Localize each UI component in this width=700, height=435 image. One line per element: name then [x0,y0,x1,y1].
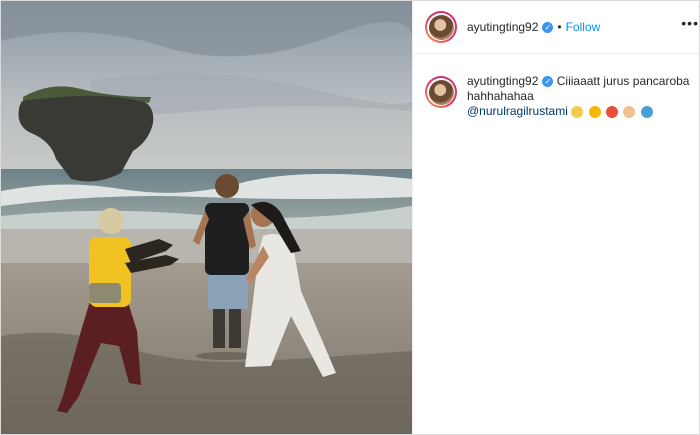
caption-verified-badge-icon: ✓ [542,76,554,88]
emoji-row [571,104,654,118]
post-photo[interactable] [1,1,412,434]
more-options-icon[interactable]: ••• [681,15,699,31]
beach-photo [1,1,412,434]
caption-avatar[interactable] [425,76,457,108]
wave-icon [640,105,653,118]
caption-avatar-ring [427,78,455,106]
clapping-icon [571,105,584,118]
caption-text: ayutingting92 ✓ Ciiiaaatt jurus pancaroba… [467,74,697,119]
grinning-sweat-icon [588,105,601,118]
caption-avatar-photo [428,79,454,105]
collision-icon [605,105,618,118]
avatar-photo [428,14,454,40]
post-header: ayutingting92 ✓ • Follow ••• [413,1,700,54]
username-link[interactable]: ayutingting92 [467,20,538,34]
punch-icon [623,105,636,118]
follow-button[interactable]: Follow [566,20,601,34]
verified-badge-icon: ✓ [542,21,554,33]
post-sidebar: ayutingting92 ✓ • Follow ••• ayutingting… [412,1,700,434]
caption: ayutingting92 ✓ Ciiiaaatt jurus pancaroba… [413,54,700,119]
caption-username[interactable]: ayutingting92 [467,74,538,88]
avatar-ring [427,13,455,41]
avatar[interactable] [425,11,457,43]
instagram-post: ayutingting92 ✓ • Follow ••• ayutingting… [0,0,700,435]
separator-dot: • [557,20,562,34]
mention-link[interactable]: @nurulragilrustami [467,104,568,118]
